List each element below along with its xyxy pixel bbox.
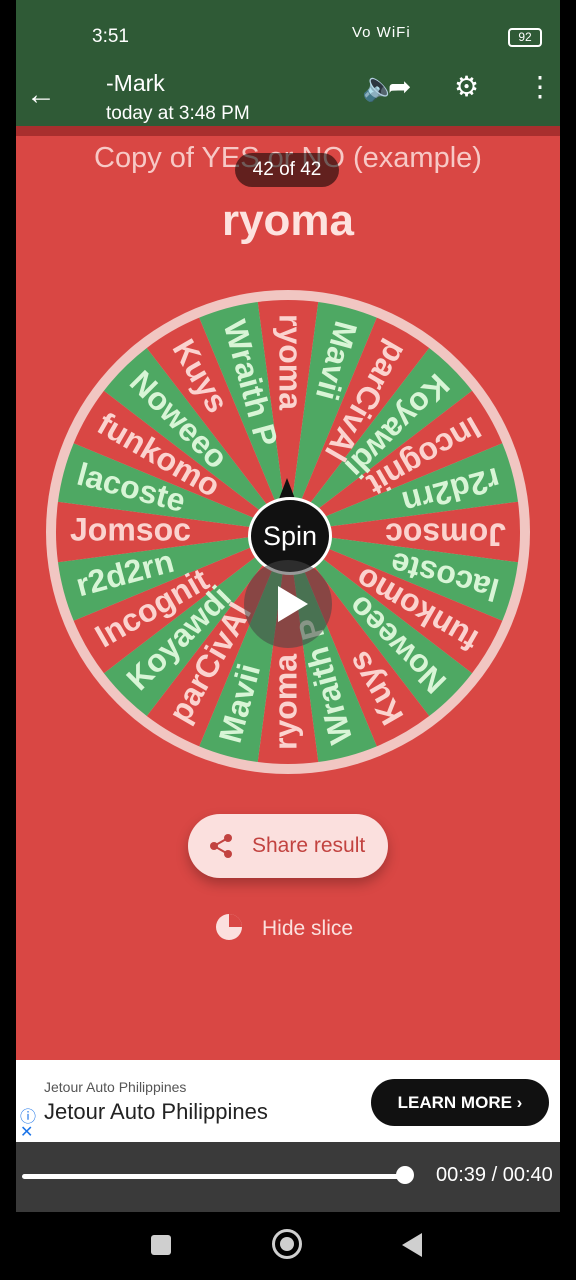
- share-icon: [210, 834, 232, 858]
- back-arrow-icon[interactable]: ←: [26, 78, 56, 112]
- status-time: 3:51: [92, 26, 129, 47]
- wheel-slice-label: ryoma: [273, 314, 309, 410]
- forward-icon[interactable]: ➦: [388, 70, 411, 103]
- settings-gear-icon[interactable]: ⚙: [454, 70, 479, 103]
- header-divider: [16, 126, 560, 136]
- ad-headline: Jetour Auto Philippines: [44, 1099, 268, 1124]
- pie-slice-icon: [216, 914, 242, 940]
- home-button-dot: [280, 1237, 294, 1251]
- message-timestamp: today at 3:48 PM: [106, 103, 250, 124]
- ad-close-icon[interactable]: ✕: [20, 1122, 33, 1142]
- hide-slice-label: Hide slice: [262, 917, 354, 940]
- share-result-button[interactable]: Share result: [188, 814, 388, 878]
- recents-button[interactable]: [151, 1235, 171, 1255]
- video-time: 00:39 / 00:40: [436, 1164, 553, 1186]
- video-controls: 00:39 / 00:40: [16, 1142, 560, 1212]
- learn-more-button[interactable]: LEARN MORE ›: [371, 1079, 549, 1126]
- video-progress-knob[interactable]: [396, 1166, 414, 1184]
- status-bar: 3:51 Vo WiFi 92: [16, 0, 560, 62]
- back-button[interactable]: [402, 1233, 422, 1257]
- more-options-icon[interactable]: ⋮: [526, 70, 554, 103]
- media-counter-badge: 42 of 42: [235, 153, 339, 187]
- share-result-label: Share result: [252, 834, 366, 857]
- system-nav-bar: [0, 1212, 576, 1280]
- battery-icon: 92: [508, 28, 542, 47]
- play-icon: [278, 586, 308, 622]
- chat-header: ← -Mark today at 3:48 PM 🔈 ➦ ⚙ ⋮: [16, 62, 560, 126]
- video-progress-track[interactable]: [22, 1174, 404, 1179]
- sender-name: -Mark: [106, 70, 165, 96]
- ad-banner[interactable]: ⓘ ✕ Jetour Auto Philippines Jetour Auto …: [16, 1060, 560, 1142]
- signal-wifi-icons: Vo WiFi: [352, 24, 411, 41]
- ad-advertiser: Jetour Auto Philippines: [44, 1079, 187, 1095]
- wheel-slice-label: ryoma: [267, 654, 303, 750]
- spin-result: ryoma: [221, 196, 355, 245]
- app-frame: 3:51 Vo WiFi 92 ← -Mark today at 3:48 PM…: [16, 0, 560, 1212]
